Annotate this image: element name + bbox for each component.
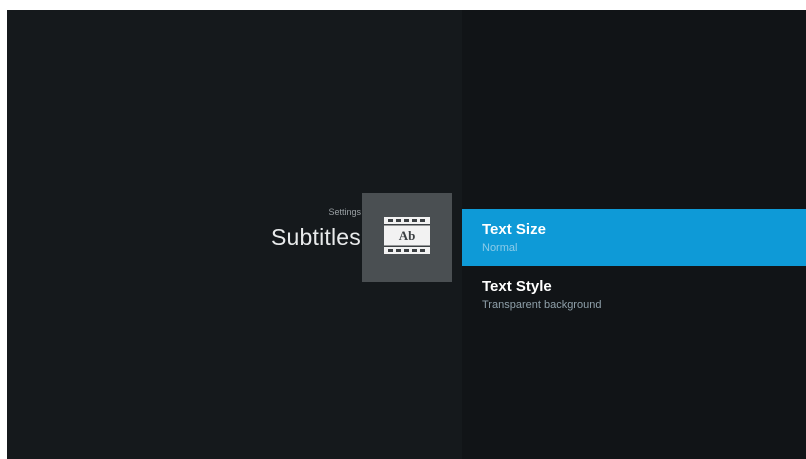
subtitles-icon-tile: Ab bbox=[362, 193, 452, 282]
menu-item-title: Text Style bbox=[482, 278, 552, 295]
menu-item-value: Transparent background bbox=[482, 299, 602, 311]
breadcrumb: Settings bbox=[328, 207, 361, 217]
menu-item-value: Normal bbox=[482, 242, 518, 254]
tv-settings-screen: Settings Subtitles Ab Text Size Normal T… bbox=[7, 10, 806, 459]
menu-item-text-style[interactable]: Text Style Transparent background bbox=[462, 266, 806, 323]
menu-item-text-size[interactable]: Text Size Normal bbox=[462, 209, 806, 266]
header-panel: Settings Subtitles Ab bbox=[7, 10, 462, 459]
page-title: Subtitles bbox=[270, 224, 361, 250]
subtitles-glyph: Ab bbox=[399, 228, 416, 243]
settings-list: Text Size Normal Text Style Transparent … bbox=[462, 10, 806, 459]
menu-item-title: Text Size bbox=[482, 221, 546, 238]
subtitles-film-icon: Ab bbox=[384, 217, 430, 254]
